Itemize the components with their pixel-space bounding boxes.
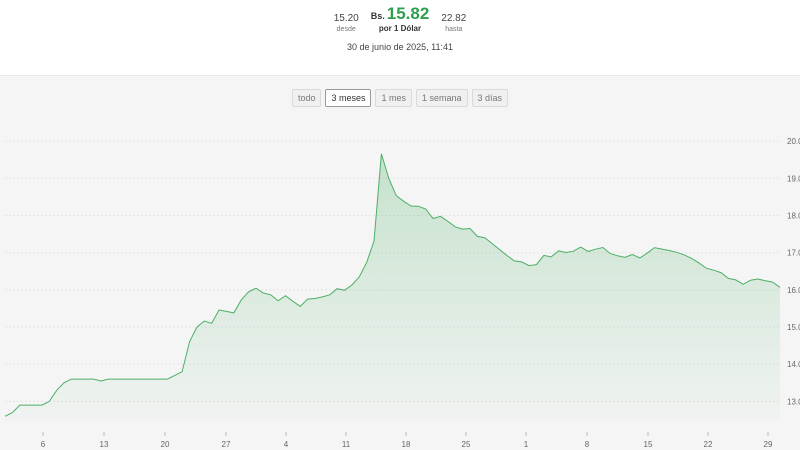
min-rate: 15.20 desde xyxy=(334,13,359,34)
min-rate-label: desde xyxy=(336,26,356,33)
x-tick-label: 15 xyxy=(644,440,653,449)
x-tick-label: 25 xyxy=(462,440,471,449)
x-tick-label: 1 xyxy=(524,440,529,449)
range-tabs: todo 3 meses 1 mes 1 semana 3 días xyxy=(0,89,800,107)
rate-unit: por 1 Dólar xyxy=(378,24,422,33)
rate-header: 15.20 desde Bs. 15.82 por 1 Dólar 22.82 … xyxy=(0,0,800,76)
x-tick-label: 20 xyxy=(161,440,170,449)
x-tick-label: 22 xyxy=(704,440,713,449)
y-tick-label: 15.0 xyxy=(787,323,800,332)
x-tick-label: 18 xyxy=(402,440,411,449)
y-tick-label: 19.0 xyxy=(787,174,800,183)
x-tick-label: 13 xyxy=(100,440,109,449)
max-rate: 22.82 hasta xyxy=(441,13,466,34)
y-tick-label: 14.0 xyxy=(787,360,800,369)
max-rate-label: hasta xyxy=(445,26,463,33)
min-rate-value: 15.20 xyxy=(333,13,359,24)
x-tick-label: 4 xyxy=(284,440,289,449)
tab-3-months[interactable]: 3 meses xyxy=(325,89,372,107)
x-tick-label: 29 xyxy=(764,440,773,449)
rate-timestamp: 30 de junio de 2025, 11:41 xyxy=(347,42,453,52)
y-tick-label: 16.0 xyxy=(787,286,800,295)
rate-chart[interactable]: 13.0 14.0 15.0 16.0 17.0 18.0 19.0 20.0 6 13 20 27… xyxy=(0,120,800,450)
x-tick-label: 27 xyxy=(222,440,231,449)
y-tick-label: 18.0 xyxy=(787,212,800,221)
x-tick-label: 11 xyxy=(342,440,351,449)
y-tick-label: 13.0 xyxy=(787,397,800,406)
tab-all[interactable]: todo xyxy=(291,89,322,107)
tab-1-month[interactable]: 1 mes xyxy=(375,89,412,107)
current-rate: Bs. 15.82 por 1 Dólar xyxy=(371,4,430,34)
current-rate-value: 15.82 xyxy=(386,4,430,23)
y-tick-label: 17.0 xyxy=(787,249,800,258)
tab-1-week[interactable]: 1 semana xyxy=(416,89,468,107)
y-tick-label: 20.0 xyxy=(787,137,800,146)
tab-3-days[interactable]: 3 días xyxy=(471,89,509,107)
max-rate-value: 22.82 xyxy=(441,13,467,24)
chart-area xyxy=(5,153,780,420)
x-tick-label: 6 xyxy=(41,440,46,449)
rate-summary: 15.20 desde Bs. 15.82 por 1 Dólar 22.82 … xyxy=(0,4,800,34)
x-tick-label: 8 xyxy=(585,440,590,449)
currency-symbol: Bs. xyxy=(370,11,385,21)
